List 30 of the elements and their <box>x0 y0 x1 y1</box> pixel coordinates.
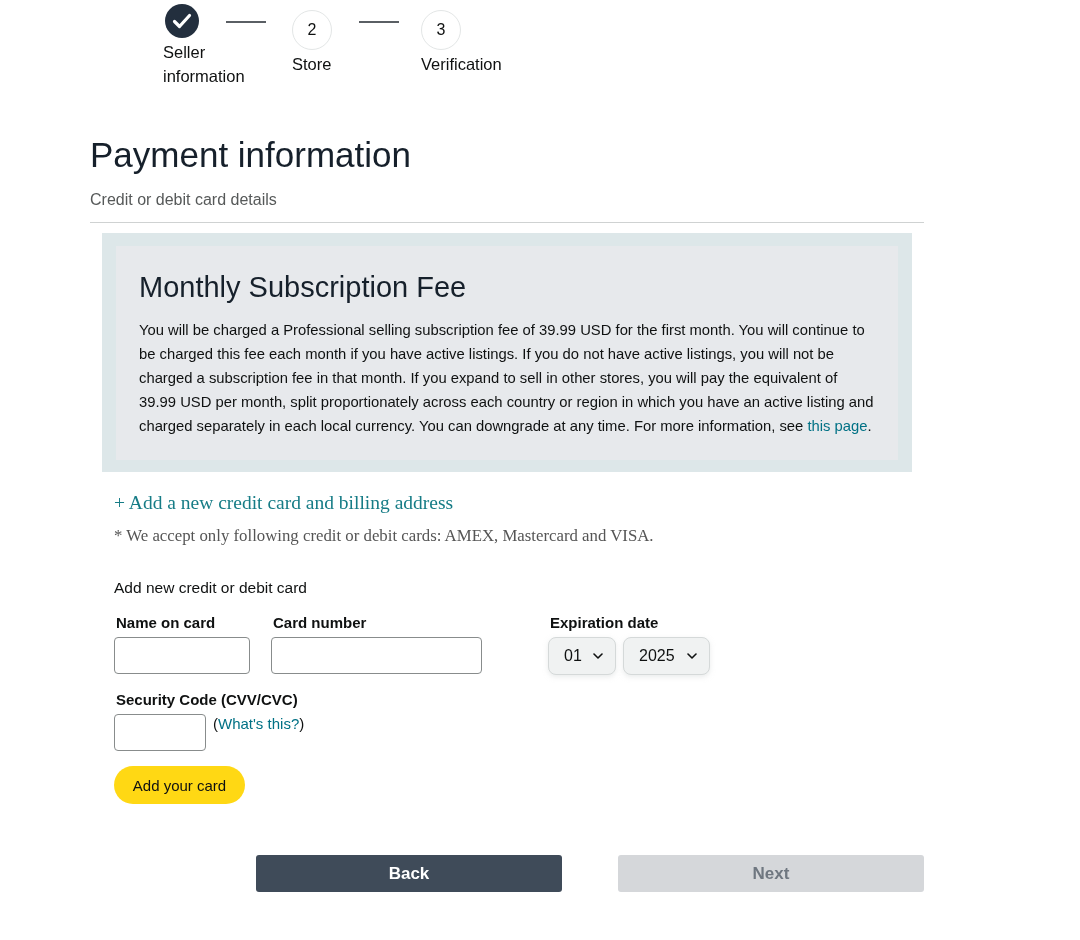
field-label: Security Code (CVV/CVC) <box>115 691 298 709</box>
field-label: Name on card <box>115 614 216 632</box>
caret-down-icon <box>593 653 603 659</box>
card-number-input[interactable] <box>271 637 482 674</box>
security-code-input[interactable] <box>114 714 206 751</box>
section-subtitle: Credit or debit card details <box>90 190 278 210</box>
help-note: (What's this?) <box>213 715 305 733</box>
caret-down-icon <box>687 653 697 659</box>
month-dropdown[interactable]: 01 <box>548 637 616 675</box>
accepted-cards-note: * We accept only following credit or debit cards: AMEX, Mastercard and VISA. <box>114 525 654 547</box>
whats-this-link[interactable]: What's this? <box>218 715 300 732</box>
step-number: 3 <box>421 10 461 50</box>
back-button[interactable]: Back <box>256 855 562 892</box>
step-label: Seller information <box>163 42 246 87</box>
year-dropdown[interactable]: 2025 <box>623 637 710 675</box>
step-label: Verification <box>421 54 503 75</box>
step-connector <box>226 21 266 23</box>
field-label: Expiration date <box>549 614 659 632</box>
fee-description: You will be charged a Professional selling subscription fee of 39.99 USD for the first month. You will continue to be charged this fee each month if you have active listings. If you do not have active listings, you will not be charged a subscription fee in that month. If you expand to sell in other stores, you will pay the equivalent of 39.99 USD per month, split proportionately across each country or region in which you have an active listing and charged separately in each local currency. You can downgrade at any time. For more information, see this page. <box>139 321 875 436</box>
add-card-link[interactable]: + Add a new credit card and billing address <box>114 491 454 515</box>
fee-title: Monthly Subscription Fee <box>139 270 468 304</box>
page-title: Payment information <box>90 135 412 175</box>
step-number: 2 <box>292 10 332 50</box>
form-heading: Add new credit or debit card <box>114 578 307 598</box>
step-connector <box>359 21 399 23</box>
add-card-button[interactable]: Add your card <box>114 766 245 804</box>
name-input[interactable] <box>114 637 250 674</box>
info-link[interactable]: this page <box>807 418 868 434</box>
step-label: Store <box>292 54 333 75</box>
field-label: Card number <box>272 614 367 632</box>
